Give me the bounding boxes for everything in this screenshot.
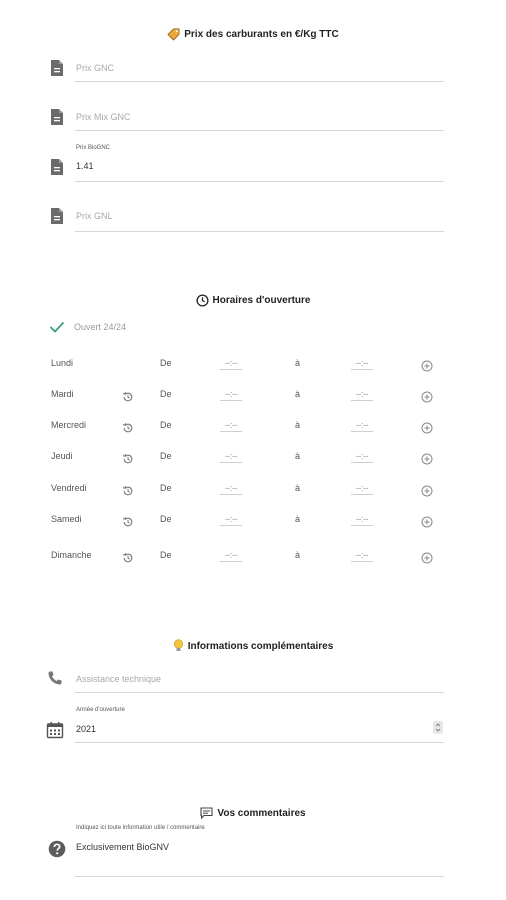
prix-gnc-underline	[75, 81, 444, 82]
add-slot-icon[interactable]	[421, 359, 433, 372]
add-slot-icon[interactable]	[421, 484, 433, 497]
a-label: à	[295, 483, 301, 493]
comments-textarea[interactable]: Exclusivement BioGNV	[76, 842, 169, 852]
history-icon[interactable]	[122, 452, 134, 464]
de-label: De	[160, 550, 172, 560]
history-icon[interactable]	[122, 515, 134, 527]
a-label: à	[295, 389, 301, 399]
opening-time-input[interactable]: --:--	[220, 550, 242, 562]
day-label: Jeudi	[51, 451, 73, 461]
prix-biognc-underline	[75, 181, 444, 182]
opening-time-input[interactable]: --:--	[220, 483, 242, 495]
day-label: Dimanche	[51, 550, 92, 560]
prix-gnl-underline	[75, 231, 444, 232]
day-label: Lundi	[51, 358, 74, 368]
de-label: De	[160, 420, 172, 430]
opening-time-input[interactable]: --:--	[220, 389, 242, 401]
closing-time-input[interactable]: --:--	[351, 483, 373, 495]
day-label: Mardi	[51, 389, 74, 399]
calendar-icon	[46, 722, 64, 739]
document-icon	[51, 159, 63, 175]
de-label: De	[160, 514, 172, 524]
year-underline	[75, 742, 444, 743]
document-icon	[51, 60, 63, 76]
opening-time-input[interactable]: --:--	[220, 358, 242, 370]
a-label: à	[295, 550, 301, 560]
history-icon[interactable]	[122, 390, 134, 402]
prix-mix-gnc-input[interactable]: Prix Mix GNC	[76, 112, 131, 122]
checkmark-icon[interactable]	[49, 320, 65, 334]
de-label: De	[160, 389, 172, 399]
additional-info-title: Informations complémentaires	[0, 639, 506, 653]
closing-time-input[interactable]: --:--	[351, 358, 373, 370]
year-stepper[interactable]	[433, 721, 443, 734]
closing-time-input[interactable]: --:--	[351, 514, 373, 526]
history-icon[interactable]	[122, 484, 134, 496]
opening-time-input[interactable]: --:--	[220, 451, 242, 463]
comments-label: Indiquez ici toute information utile / c…	[76, 825, 205, 831]
de-label: De	[160, 483, 172, 493]
de-label: De	[160, 358, 172, 368]
help-icon	[48, 840, 66, 858]
document-icon	[51, 208, 63, 224]
a-label: à	[295, 451, 301, 461]
prix-gnl-input[interactable]: Prix GNL	[76, 211, 113, 221]
clock-icon	[195, 294, 209, 307]
a-label: à	[295, 358, 301, 368]
prix-biognc-label: Prix BioGNC	[76, 145, 111, 151]
prix-biognc-input[interactable]: 1.41	[76, 161, 94, 171]
opening-hours-title: Horaires d'ouverture	[0, 294, 506, 307]
document-icon	[51, 109, 63, 125]
de-label: De	[160, 451, 172, 461]
add-slot-icon[interactable]	[421, 551, 433, 564]
lightbulb-icon	[173, 639, 183, 651]
add-slot-icon[interactable]	[421, 515, 433, 528]
day-label: Mercredi	[51, 420, 87, 430]
comments-title: Vos commentaires	[0, 807, 506, 819]
history-icon[interactable]	[122, 421, 134, 433]
year-label: Année d'ouverture	[76, 707, 125, 713]
add-slot-icon[interactable]	[421, 390, 433, 403]
opening-time-input[interactable]: --:--	[220, 420, 242, 432]
stepper-arrows-icon[interactable]	[433, 721, 443, 734]
assistance-technique-input[interactable]: Assistance technique	[76, 674, 161, 684]
closing-time-input[interactable]: --:--	[351, 451, 373, 463]
phone-icon	[48, 671, 62, 685]
opening-time-input[interactable]: --:--	[220, 514, 242, 526]
closing-time-input[interactable]: --:--	[351, 550, 373, 562]
history-icon[interactable]	[122, 551, 134, 563]
add-slot-icon[interactable]	[421, 421, 433, 434]
comments-underline	[75, 876, 444, 877]
a-label: à	[295, 514, 301, 524]
day-label: Samedi	[51, 514, 82, 524]
add-slot-icon[interactable]	[421, 452, 433, 465]
prix-gnc-input[interactable]: Prix GNC	[76, 63, 114, 73]
year-input[interactable]: 2021	[76, 724, 96, 734]
day-label: Vendredi	[51, 483, 87, 493]
comment-icon	[200, 807, 213, 819]
price-tag-icon	[167, 28, 180, 41]
open-24-label[interactable]: Ouvert 24/24	[74, 322, 126, 332]
fuel-prices-title: Prix des carburants en €/Kg TTC	[0, 28, 506, 41]
closing-time-input[interactable]: --:--	[351, 420, 373, 432]
assistance-underline	[75, 692, 444, 693]
closing-time-input[interactable]: --:--	[351, 389, 373, 401]
prix-mix-gnc-underline	[75, 130, 444, 131]
a-label: à	[295, 420, 301, 430]
